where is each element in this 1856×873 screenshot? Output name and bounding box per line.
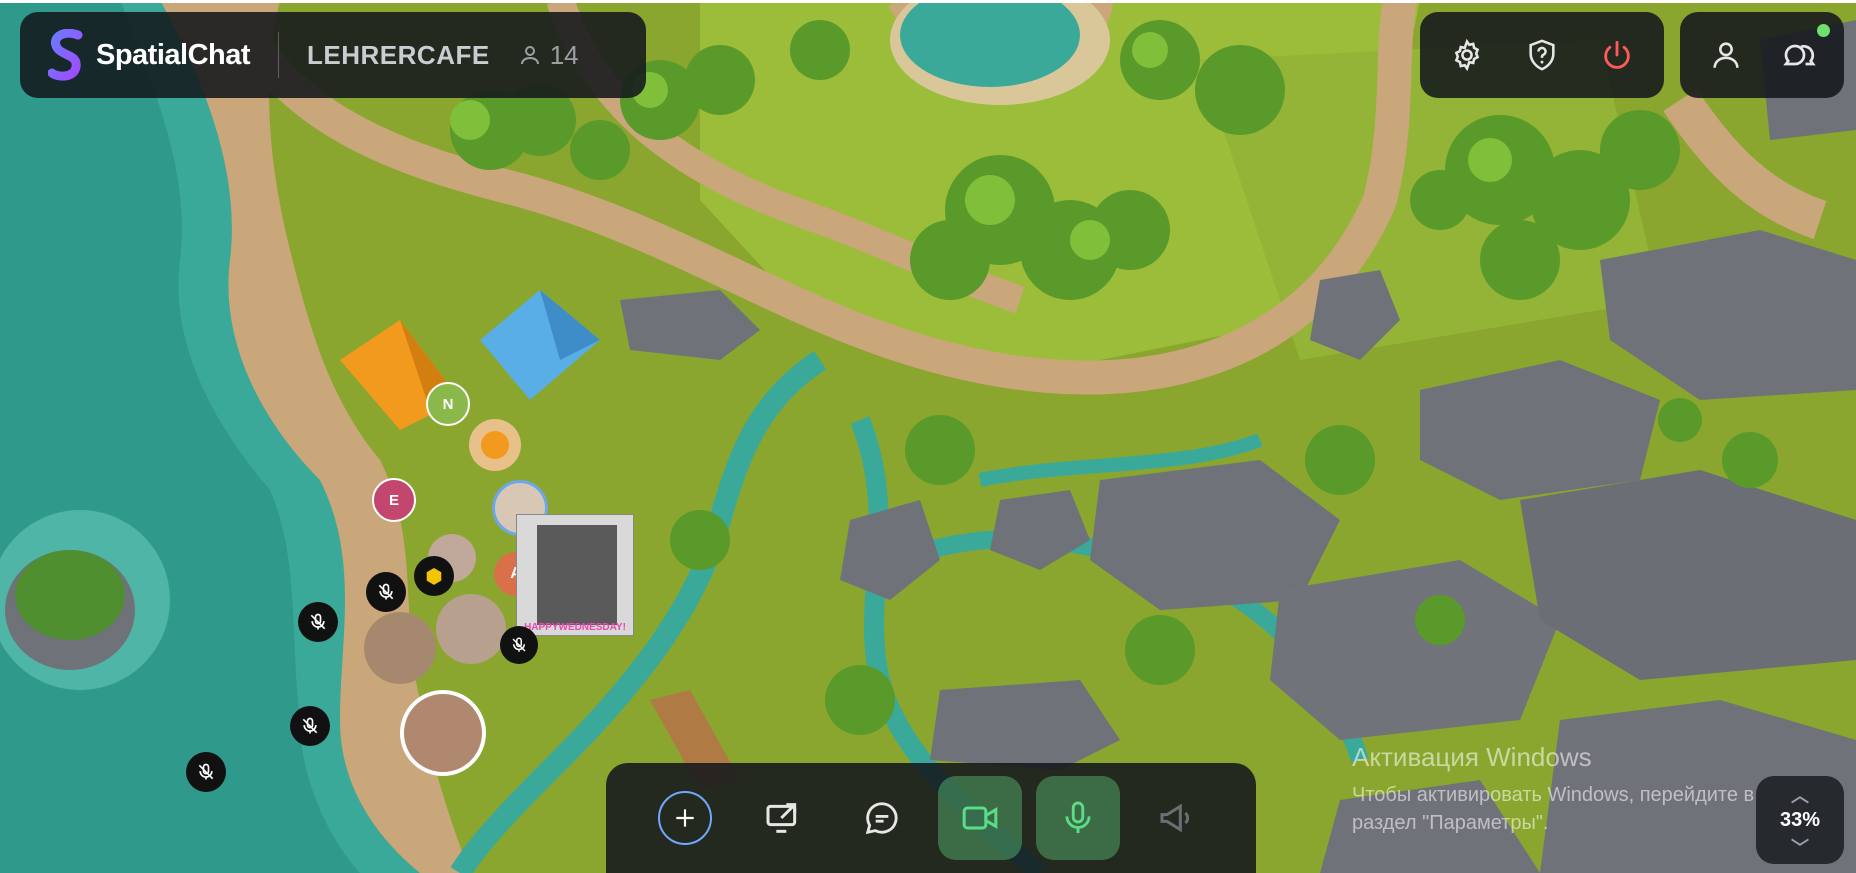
header-divider (278, 32, 280, 78)
online-status-dot (1817, 24, 1830, 37)
gear-icon (1455, 38, 1480, 72)
spatialchat-logo (48, 29, 83, 81)
avatar-video-selected[interactable] (400, 690, 486, 776)
brand-name: SpatialChat (96, 38, 251, 71)
avatar-video-large[interactable] (364, 612, 436, 684)
chat-bubbles-icon (1783, 44, 1816, 66)
profile-button[interactable] (1700, 29, 1752, 81)
header-panel: SpatialChat LEHRERCAFE 14 (20, 12, 646, 98)
avatar-gif-caption: HAPPYWEDNESDAY! (524, 622, 626, 633)
avatar-initial-n[interactable]: N (426, 382, 470, 426)
hexagon-icon: ⬢ (425, 565, 443, 588)
camera-toggle-button[interactable] (938, 776, 1023, 860)
microphone-icon (1065, 801, 1091, 834)
video-camera-icon (962, 806, 998, 830)
room-name[interactable]: LEHRERCAFE (307, 40, 490, 71)
zoom-level: 33% (1779, 808, 1821, 831)
muted-mic-icon (186, 752, 226, 792)
share-screen-button[interactable] (741, 776, 825, 860)
avatar-logo-badge[interactable]: ⬢ (414, 556, 454, 596)
avatar-initial-e[interactable]: E (372, 478, 416, 522)
muted-mic-icon (290, 706, 330, 746)
bottom-toolbar (606, 763, 1256, 873)
participant-count[interactable]: 14 (518, 40, 579, 71)
settings-button[interactable] (1441, 29, 1493, 81)
window-top-border (0, 0, 1856, 3)
share-screen-icon (766, 803, 797, 833)
watermark-title: Активация Windows (1352, 742, 1592, 772)
question-shield-icon (1529, 39, 1555, 71)
zoom-control[interactable]: ︿ 33% ﹀ (1756, 776, 1844, 864)
broadcast-button[interactable] (1135, 776, 1219, 860)
windows-activation-watermark: Активация Windows Чтобы активировать Win… (1352, 742, 1772, 837)
megaphone-icon (1160, 803, 1189, 833)
user-icon (1713, 42, 1739, 68)
help-button[interactable] (1516, 29, 1568, 81)
muted-mic-icon (298, 602, 338, 642)
muted-mic-icon (366, 572, 406, 612)
avatar-video-pair[interactable] (436, 594, 506, 664)
settings-panel (1420, 12, 1664, 98)
microphone-toggle-button[interactable] (1036, 776, 1121, 860)
plus-circle-icon (658, 791, 713, 845)
avatar-gif-photo (537, 525, 617, 625)
participant-count-value: 14 (549, 39, 579, 70)
user-panel (1680, 12, 1844, 98)
watermark-body: Чтобы активировать Windows, перейдите в … (1352, 784, 1755, 834)
leave-button[interactable] (1591, 29, 1643, 81)
chat-bubble-icon (865, 802, 898, 835)
chat-panel-button[interactable] (1772, 29, 1824, 81)
chat-button[interactable] (840, 776, 924, 860)
muted-mic-icon (500, 626, 538, 664)
power-icon (1603, 40, 1630, 69)
chevron-up-icon[interactable]: ︿ (1791, 782, 1809, 808)
avatar-gif-card[interactable]: HAPPYWEDNESDAY! (516, 514, 634, 636)
chevron-down-icon[interactable]: ﹀ (1791, 834, 1809, 860)
add-button[interactable] (643, 776, 727, 860)
people-icon (520, 46, 539, 65)
